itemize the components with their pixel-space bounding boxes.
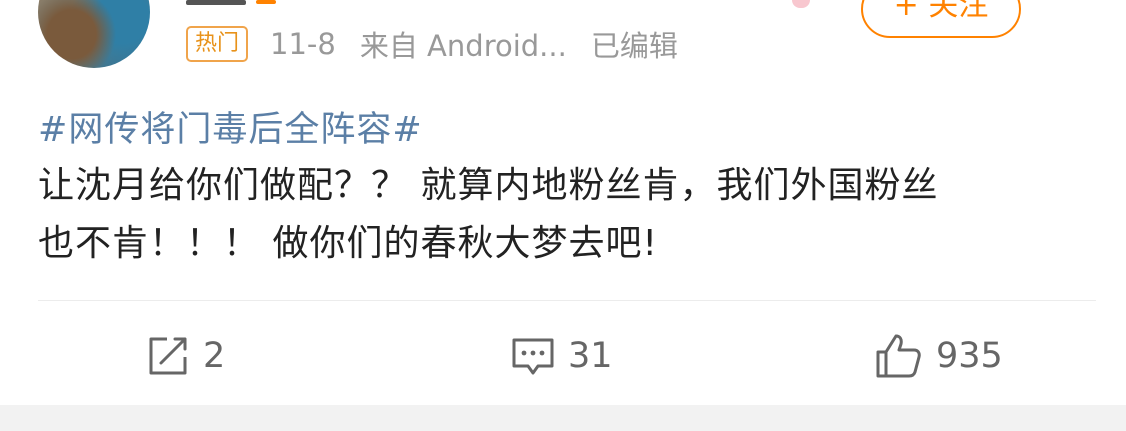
divider [38,300,1096,301]
repost-count: 2 [203,336,226,376]
like-button[interactable]: 935 [874,330,1003,382]
repost-icon [149,337,187,375]
username-text-fragment [186,0,246,5]
action-bar: 2 31 935 [0,330,1126,382]
content-line: 也不肯！！！ 做你们的春秋大梦去吧! [38,223,658,264]
follow-button[interactable]: + 关注 [861,0,1021,38]
like-count: 935 [936,336,1003,376]
comment-button[interactable]: 31 [510,330,613,382]
hot-badge: 热门 [186,26,249,62]
topic-link[interactable]: #网传将门毒后全阵容# [38,101,423,152]
feed-separator [0,405,1126,431]
like-icon [876,334,921,378]
edited-label[interactable]: 已编辑 [591,23,678,65]
avatar[interactable] [38,0,150,68]
post-meta: 热门 11-8 来自 Android... 已编辑 [186,24,678,64]
repost-button[interactable]: 2 [145,330,225,382]
comment-count: 31 [568,336,613,376]
post-date: 11-8 [270,27,336,61]
post-source: 来自 Android... [359,29,567,63]
comment-icon [512,338,554,375]
decoration-badge [792,0,810,8]
username-partial[interactable] [186,0,276,6]
username-badge-fragment [256,0,276,4]
post-content: 让沈月给你们做配？？ 就算内地粉丝肯，我们外国粉丝 也不肯！！！ 做你们的春秋大… [38,157,1098,273]
content-line: 让沈月给你们做配？？ 就算内地粉丝肯，我们外国粉丝 [38,165,939,206]
